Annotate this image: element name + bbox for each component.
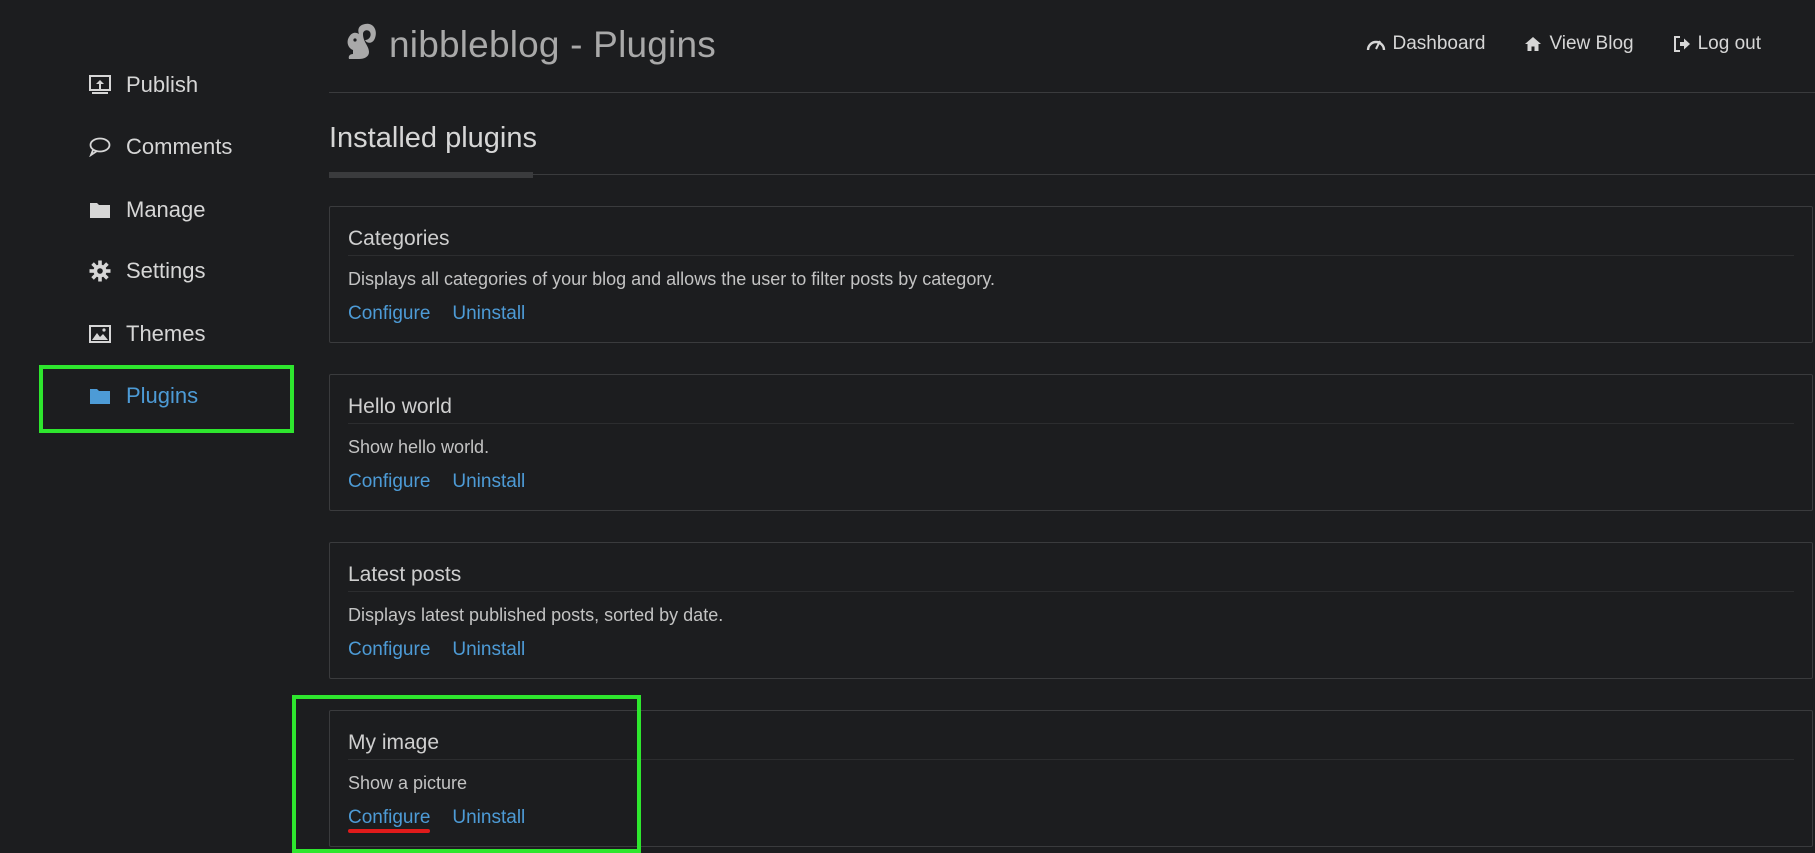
sidebar-item-label: Comments bbox=[126, 134, 233, 159]
configure-link[interactable]: Configure bbox=[348, 807, 430, 829]
plugin-card-hello-world: Hello world Show hello world. Configure … bbox=[329, 374, 1813, 511]
plugin-card-latest-posts: Latest posts Displays latest published p… bbox=[329, 542, 1813, 679]
comment-icon bbox=[88, 135, 112, 159]
plugin-divider bbox=[348, 255, 1794, 256]
logout-icon bbox=[1672, 34, 1692, 54]
home-icon bbox=[1523, 34, 1543, 54]
uninstall-link[interactable]: Uninstall bbox=[452, 303, 525, 325]
uninstall-link[interactable]: Uninstall bbox=[452, 639, 525, 661]
plugin-name: Categories bbox=[348, 227, 450, 250]
plugin-card-my-image: My image Show a picture Configure Uninst… bbox=[329, 710, 1813, 847]
publish-icon bbox=[88, 73, 112, 97]
gear-icon bbox=[88, 259, 112, 283]
sidebar-item-label: Publish bbox=[126, 72, 199, 97]
nav-logout-link[interactable]: Log out bbox=[1672, 33, 1761, 55]
sidebar-item-label: Settings bbox=[126, 258, 206, 283]
plugin-actions: Configure Uninstall bbox=[348, 303, 525, 325]
sidebar-item-themes[interactable]: Themes bbox=[88, 314, 205, 354]
configure-link[interactable]: Configure bbox=[348, 303, 430, 325]
plugin-name: Hello world bbox=[348, 395, 452, 418]
plugin-name: My image bbox=[348, 731, 440, 754]
header: nibbleblog - Plugins Dashboard View Blog… bbox=[329, 0, 1815, 93]
image-icon bbox=[88, 322, 112, 346]
uninstall-link[interactable]: Uninstall bbox=[452, 471, 525, 493]
plugin-actions: Configure Uninstall bbox=[348, 471, 525, 493]
sidebar-item-label: Manage bbox=[126, 197, 206, 222]
plugin-card-categories: Categories Displays all categories of yo… bbox=[329, 206, 1813, 343]
section-divider bbox=[329, 174, 1815, 175]
nav-dashboard-label: Dashboard bbox=[1392, 33, 1486, 54]
section-divider-accent bbox=[329, 172, 533, 178]
section-title: Installed plugins bbox=[329, 122, 537, 154]
plugin-description: Displays all categories of your blog and… bbox=[348, 269, 995, 289]
plugin-divider bbox=[348, 423, 1794, 424]
dashboard-icon bbox=[1366, 34, 1386, 54]
plugin-description: Displays latest published posts, sorted … bbox=[348, 605, 724, 625]
sidebar-item-comments[interactable]: Comments bbox=[88, 127, 232, 167]
brand[interactable]: nibbleblog - Plugins bbox=[343, 20, 716, 69]
folder-icon bbox=[88, 384, 112, 408]
plugin-description: Show hello world. bbox=[348, 437, 490, 457]
sidebar-item-manage[interactable]: Manage bbox=[88, 190, 206, 230]
nav-view-blog-link[interactable]: View Blog bbox=[1523, 33, 1634, 55]
sidebar-item-settings[interactable]: Settings bbox=[88, 251, 206, 291]
plugin-actions: Configure Uninstall bbox=[348, 639, 525, 661]
plugin-actions: Configure Uninstall bbox=[348, 807, 525, 829]
sidebar-item-label: Plugins bbox=[126, 383, 199, 408]
configure-link[interactable]: Configure bbox=[348, 639, 430, 661]
configure-link[interactable]: Configure bbox=[348, 471, 430, 493]
sidebar-item-label: Themes bbox=[126, 321, 206, 346]
sidebar-item-publish[interactable]: Publish bbox=[88, 65, 198, 105]
folder-icon bbox=[88, 198, 112, 222]
plugin-divider bbox=[348, 591, 1794, 592]
sidebar: Publish Comments Manage Settings Themes … bbox=[0, 0, 300, 853]
sidebar-item-plugins[interactable]: Plugins bbox=[88, 376, 198, 416]
top-nav: Dashboard View Blog Log out bbox=[1366, 33, 1761, 55]
brand-title: nibbleblog - Plugins bbox=[389, 23, 716, 65]
nav-view-blog-label: View Blog bbox=[1549, 33, 1634, 54]
squirrel-logo-icon bbox=[343, 20, 379, 69]
uninstall-link[interactable]: Uninstall bbox=[452, 807, 525, 829]
nav-logout-label: Log out bbox=[1697, 33, 1761, 54]
page: Publish Comments Manage Settings Themes … bbox=[0, 0, 1815, 853]
nav-dashboard-link[interactable]: Dashboard bbox=[1366, 33, 1485, 55]
plugin-name: Latest posts bbox=[348, 563, 462, 586]
plugin-description: Show a picture bbox=[348, 773, 468, 793]
plugin-divider bbox=[348, 759, 1794, 760]
